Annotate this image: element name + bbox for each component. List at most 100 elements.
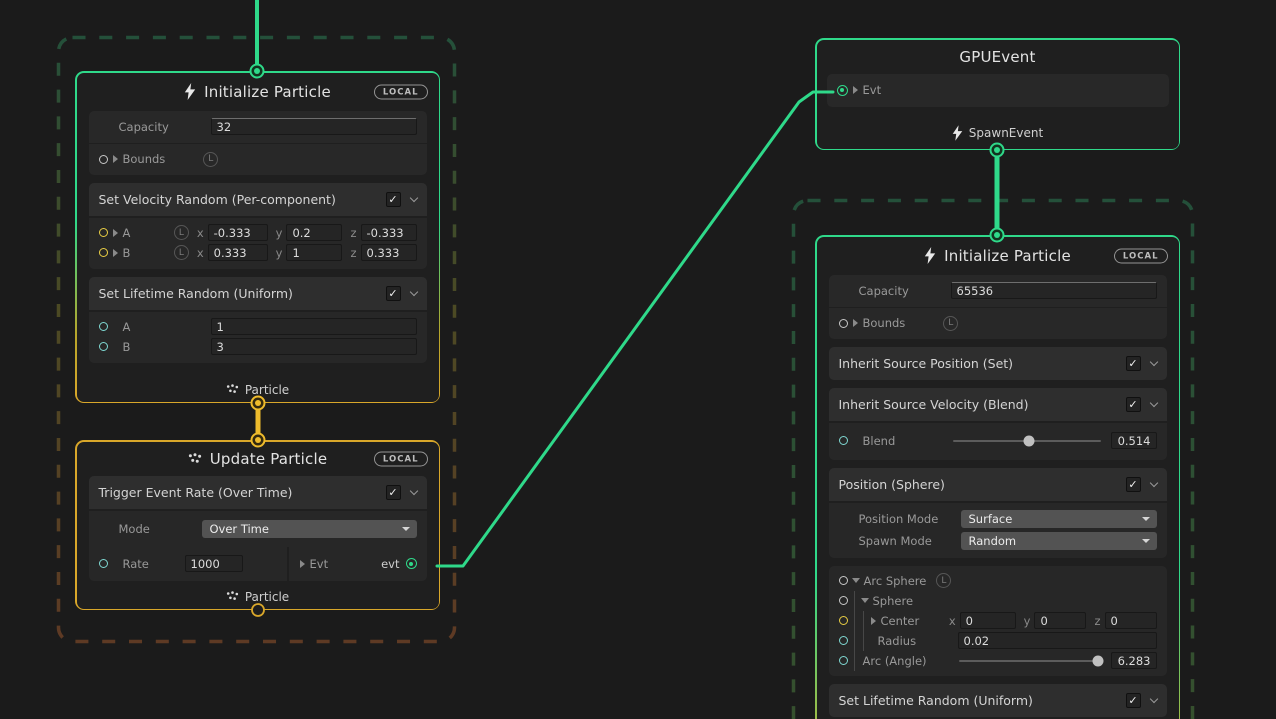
local-space-icon[interactable]: L <box>174 225 189 240</box>
chevron-down-icon[interactable] <box>1149 398 1157 406</box>
node-header[interactable]: Initialize Particle LOCAL <box>817 237 1179 275</box>
local-space-icon[interactable]: L <box>203 152 218 167</box>
dropdown-arrow-icon <box>402 527 410 531</box>
block-enabled-checkbox[interactable]: ✓ <box>386 192 401 207</box>
slider-knob[interactable] <box>1092 655 1103 666</box>
block-enabled-checkbox[interactable]: ✓ <box>1126 477 1141 492</box>
chevron-down-icon[interactable] <box>1149 478 1157 486</box>
expand-triangle-icon[interactable] <box>113 229 118 237</box>
node-initialize-particle-right[interactable]: Initialize Particle LOCAL Capacity Bound… <box>815 235 1180 719</box>
dropdown-arrow-icon <box>1142 539 1150 543</box>
rate-field[interactable] <box>185 555 243 572</box>
node-header[interactable]: Initialize Particle LOCAL <box>77 73 439 111</box>
arc-angle-value-field[interactable] <box>1111 652 1157 669</box>
bounds-port[interactable] <box>99 155 108 164</box>
block-enabled-checkbox[interactable]: ✓ <box>386 485 401 500</box>
expand-triangle-icon[interactable] <box>853 319 858 327</box>
evt-output-port[interactable] <box>406 558 417 569</box>
float-port[interactable] <box>839 656 848 665</box>
slider-knob[interactable] <box>1023 435 1034 446</box>
node-header[interactable]: Update Particle LOCAL <box>77 442 439 476</box>
z-field[interactable] <box>361 244 417 261</box>
capacity-label: Capacity <box>859 284 951 298</box>
evt-label: Evt <box>863 83 882 97</box>
x-field[interactable] <box>208 244 268 261</box>
block-inherit-source-position[interactable]: Inherit Source Position (Set) ✓ <box>829 347 1167 380</box>
y-field[interactable] <box>1034 612 1086 629</box>
vector-port[interactable] <box>839 616 848 625</box>
sphere-port[interactable] <box>839 596 848 605</box>
capacity-row: Capacity <box>829 275 1167 307</box>
x-field[interactable] <box>960 612 1016 629</box>
block-set-lifetime-random[interactable]: Set Lifetime Random (Uniform) ✓ A B <box>89 277 427 363</box>
node-header[interactable]: GPUEvent <box>817 40 1179 74</box>
blend-slider[interactable] <box>953 440 1101 442</box>
arc-sphere-port[interactable] <box>839 576 848 585</box>
bounds-port[interactable] <box>839 319 848 328</box>
local-badge: LOCAL <box>374 451 428 466</box>
a-field[interactable] <box>211 318 417 335</box>
mode-dropdown[interactable]: Over Time <box>202 520 417 538</box>
node-update-particle[interactable]: Update Particle LOCAL Trigger Event Rate… <box>75 440 440 610</box>
chevron-down-icon[interactable] <box>1149 357 1157 365</box>
chevron-down-icon[interactable] <box>409 193 417 201</box>
expand-triangle-icon[interactable] <box>853 86 858 94</box>
vector-port[interactable] <box>99 248 108 257</box>
capacity-field[interactable] <box>951 282 1157 299</box>
node-gpu-event[interactable]: GPUEvent Evt SpawnEvent <box>815 38 1180 150</box>
spawn-mode-dropdown[interactable]: Random <box>961 532 1157 550</box>
chevron-down-icon[interactable] <box>1149 694 1157 702</box>
local-space-icon[interactable]: L <box>943 316 958 331</box>
spawn-mode-label: Spawn Mode <box>859 534 961 548</box>
block-title: Inherit Source Position (Set) <box>839 356 1014 371</box>
capacity-field[interactable] <box>211 118 417 135</box>
position-mode-dropdown[interactable]: Surface <box>961 510 1157 528</box>
dropdown-arrow-icon <box>1142 517 1150 521</box>
collapse-triangle-icon[interactable] <box>852 578 860 583</box>
blend-value-field[interactable] <box>1111 432 1157 449</box>
z-field[interactable] <box>1105 612 1157 629</box>
chevron-down-icon[interactable] <box>409 287 417 295</box>
collapse-triangle-icon[interactable] <box>861 598 869 603</box>
radius-field[interactable] <box>958 632 1157 649</box>
local-space-icon[interactable]: L <box>936 573 951 588</box>
float-port[interactable] <box>839 436 848 445</box>
blend-label: Blend <box>863 434 943 448</box>
y-field[interactable] <box>286 224 342 241</box>
float-port[interactable] <box>99 559 108 568</box>
expand-triangle-icon[interactable] <box>300 560 305 568</box>
block-enabled-checkbox[interactable]: ✓ <box>1126 356 1141 371</box>
local-space-icon[interactable]: L <box>174 245 189 260</box>
vfx-graph-canvas[interactable]: Initialize Particle LOCAL Capacity Bound… <box>0 0 1276 719</box>
edge-evt-to-gpuevent[interactable] <box>437 92 833 566</box>
block-enabled-checkbox[interactable]: ✓ <box>1126 397 1141 412</box>
expand-triangle-icon[interactable] <box>113 155 118 163</box>
node-initialize-particle-left[interactable]: Initialize Particle LOCAL Capacity Bound… <box>75 71 440 403</box>
radius-label: Radius <box>878 634 958 648</box>
block-set-velocity-random[interactable]: Set Velocity Random (Per-component) ✓ A … <box>89 183 427 269</box>
block-position-sphere[interactable]: Position (Sphere) ✓ Position Mode Surfac… <box>829 468 1167 558</box>
expand-triangle-icon[interactable] <box>871 617 876 625</box>
block-trigger-event-rate[interactable]: Trigger Event Rate (Over Time) ✓ Mode Ov… <box>89 476 427 581</box>
float-port[interactable] <box>839 636 848 645</box>
capacity-label: Capacity <box>119 120 211 134</box>
x-field[interactable] <box>208 224 268 241</box>
block-set-lifetime-random[interactable]: Set Lifetime Random (Uniform) ✓ <box>829 684 1167 717</box>
chevron-down-icon[interactable] <box>409 486 417 494</box>
block-inherit-source-velocity[interactable]: Inherit Source Velocity (Blend) ✓ Blend <box>829 388 1167 460</box>
settings-section: Capacity Bounds L <box>89 111 427 175</box>
vector-port[interactable] <box>99 228 108 237</box>
y-field[interactable] <box>286 244 342 261</box>
arc-angle-slider[interactable] <box>959 660 1101 662</box>
float-port[interactable] <box>99 342 108 351</box>
node-title: GPUEvent <box>959 48 1035 66</box>
block-enabled-checkbox[interactable]: ✓ <box>1126 693 1141 708</box>
float-port[interactable] <box>99 322 108 331</box>
z-field[interactable] <box>361 224 417 241</box>
position-mode-row: Position Mode Surface <box>829 508 1167 530</box>
block-arc-sphere-properties[interactable]: Arc Sphere L Sphere Center <box>829 566 1167 676</box>
expand-triangle-icon[interactable] <box>113 249 118 257</box>
evt-input-port[interactable] <box>837 85 848 96</box>
block-enabled-checkbox[interactable]: ✓ <box>386 286 401 301</box>
b-field[interactable] <box>211 338 417 355</box>
